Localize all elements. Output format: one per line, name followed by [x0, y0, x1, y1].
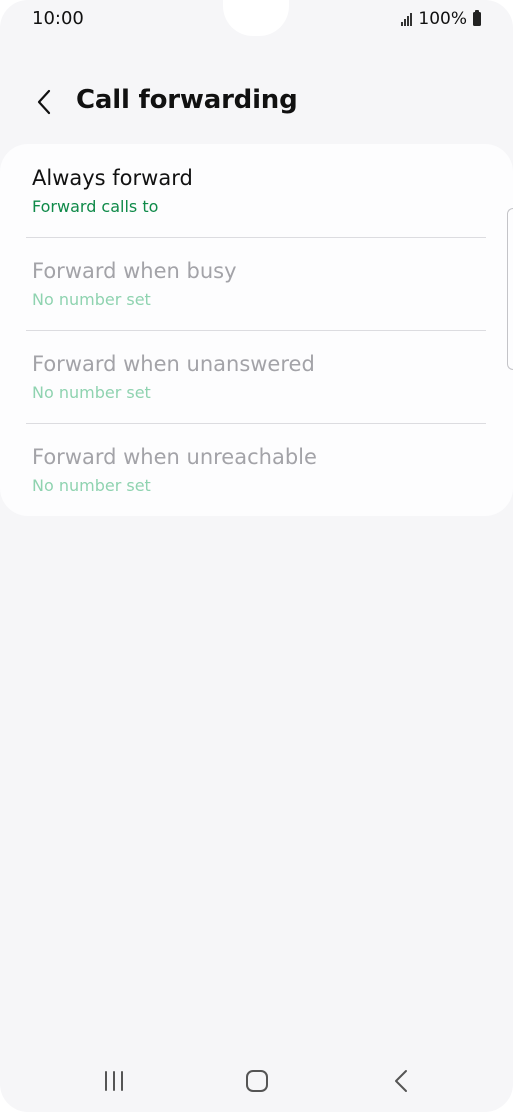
status-time: 10:00 [32, 8, 84, 29]
list-item-subtitle: No number set [32, 476, 151, 495]
list-item-title: Forward when unanswered [32, 352, 315, 376]
list-item-subtitle: No number set [32, 290, 151, 309]
scroll-indicator[interactable] [507, 208, 513, 370]
list-item-forward-when-unanswered[interactable]: Forward when unanswered No number set [0, 330, 513, 422]
list-item-subtitle: No number set [32, 383, 151, 402]
list-item-title: Always forward [32, 166, 193, 190]
signal-icon [401, 12, 413, 26]
status-icons: 100% [401, 9, 481, 29]
phone-screen: 10:00 100% Call forwarding Always forwar… [0, 0, 513, 1112]
list-item-title: Forward when unreachable [32, 445, 317, 469]
recents-icon [105, 1071, 123, 1091]
home-button[interactable] [227, 1050, 287, 1112]
list-item-title: Forward when busy [32, 259, 237, 283]
list-item-forward-when-unreachable[interactable]: Forward when unreachable No number set [0, 423, 513, 515]
camera-notch [223, 0, 289, 36]
back-icon [395, 1070, 407, 1092]
battery-level: 100% [418, 9, 467, 29]
app-header: Call forwarding [0, 78, 513, 126]
list-item-always-forward[interactable]: Always forward Forward calls to [0, 144, 513, 236]
back-button[interactable] [26, 82, 62, 122]
nav-back-button[interactable] [371, 1050, 431, 1112]
home-icon [246, 1070, 268, 1092]
navigation-bar [0, 1050, 513, 1112]
recents-button[interactable] [84, 1050, 144, 1112]
chevron-left-icon [37, 89, 51, 115]
list-item-forward-when-busy[interactable]: Forward when busy No number set [0, 237, 513, 329]
forwarding-options-card: Always forward Forward calls to Forward … [0, 144, 513, 516]
list-item-subtitle: Forward calls to [32, 197, 159, 216]
battery-icon [473, 10, 481, 26]
page-title: Call forwarding [76, 85, 298, 115]
